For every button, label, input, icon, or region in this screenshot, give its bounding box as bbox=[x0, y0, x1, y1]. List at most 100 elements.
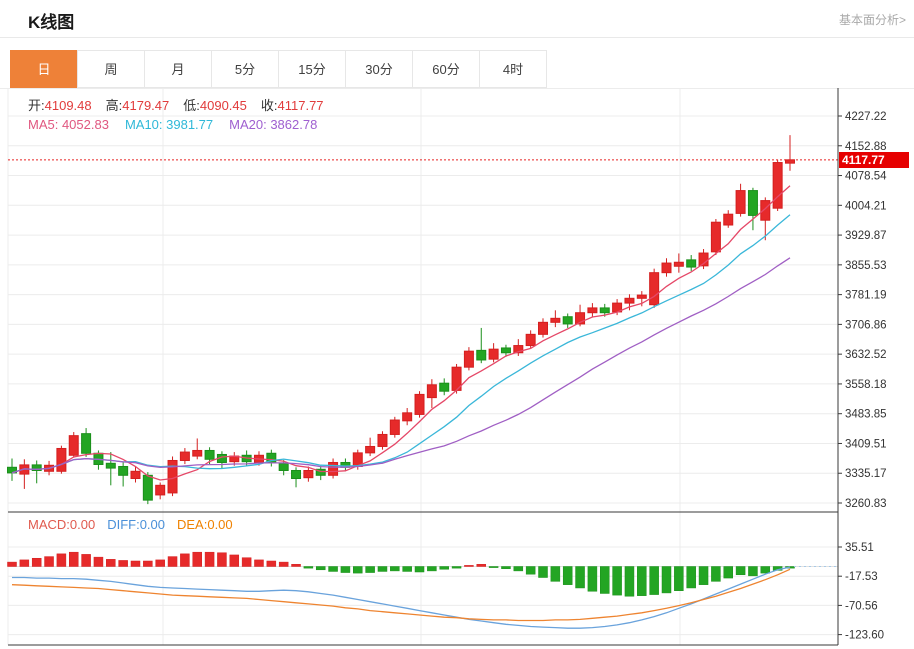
macd-bar bbox=[266, 560, 277, 567]
macd-bar bbox=[538, 566, 548, 578]
macd-bar bbox=[377, 566, 388, 572]
candle-body bbox=[179, 451, 190, 461]
macd-bar bbox=[525, 566, 536, 575]
candle-body bbox=[463, 350, 474, 368]
macd-bar bbox=[711, 566, 721, 582]
macd-bar bbox=[550, 566, 561, 582]
macd-bar bbox=[340, 566, 351, 573]
candle-body bbox=[772, 162, 783, 209]
candle-body bbox=[686, 259, 697, 268]
macd-bar bbox=[254, 559, 264, 567]
candle-body bbox=[599, 307, 610, 314]
ma20-line bbox=[11, 257, 791, 474]
candle-body bbox=[476, 349, 487, 361]
macd-bar bbox=[167, 556, 178, 567]
macd-axis-label: -17.53 bbox=[845, 571, 878, 583]
macd-bar bbox=[427, 566, 437, 572]
macd-bar bbox=[19, 559, 30, 567]
candle-body bbox=[723, 213, 734, 226]
macd-bar bbox=[180, 553, 190, 567]
candle-body bbox=[118, 465, 129, 476]
kline-app: K线图 基本面分析> 日周月 5分 15分 30分 60分 4时 4227.22 4152.… bbox=[0, 0, 914, 649]
price-axis-label: 3706.86 bbox=[845, 319, 887, 331]
macd-bar bbox=[204, 551, 215, 567]
macd-bar bbox=[723, 566, 733, 579]
price-axis-label: 3632.52 bbox=[845, 349, 887, 361]
candle-body bbox=[488, 348, 499, 360]
macd-bar bbox=[241, 557, 252, 567]
candle-body bbox=[389, 419, 400, 435]
macd-axis-label: 35.51 bbox=[845, 542, 874, 554]
price-axis-label: 3929.87 bbox=[845, 230, 887, 242]
candle-body bbox=[636, 294, 647, 299]
legend-value: 4117.77 bbox=[277, 98, 324, 113]
macd-bar bbox=[414, 566, 425, 573]
macd-legend-item: MACD:0.00 bbox=[28, 517, 96, 532]
macd-bar bbox=[315, 566, 326, 571]
macd-bar bbox=[303, 566, 314, 569]
macd-bar bbox=[488, 566, 499, 568]
candle-body bbox=[735, 190, 746, 214]
legend-value: 4090.45 bbox=[199, 98, 247, 113]
candle-body bbox=[587, 307, 598, 314]
candle-body bbox=[624, 297, 635, 304]
macd-bar bbox=[476, 564, 487, 567]
macd-bar bbox=[464, 565, 474, 567]
macd-bar bbox=[93, 556, 104, 567]
candle-body bbox=[562, 316, 573, 325]
macd-bar bbox=[439, 566, 449, 570]
macd-bar bbox=[217, 552, 227, 567]
macd-bar bbox=[513, 566, 524, 572]
macd-bar bbox=[661, 566, 672, 594]
ma-legend: MA5: 4052.83 MA10: 3981.77 MA20: 3862.78 bbox=[28, 117, 333, 132]
legend-label: 开: bbox=[28, 98, 45, 113]
macd-bar bbox=[612, 566, 622, 596]
macd-bar bbox=[698, 566, 709, 585]
macd-legend: MACD:0.00 DIFF:0.00 DEA:0.00 bbox=[28, 517, 245, 532]
macd-bar bbox=[291, 564, 301, 567]
candle-body bbox=[142, 474, 153, 501]
macd-bar bbox=[68, 551, 79, 567]
price-axis-label: 3409.51 bbox=[845, 438, 887, 450]
macd-bar bbox=[7, 561, 17, 567]
macd-bar bbox=[402, 566, 412, 572]
macd-bar bbox=[56, 553, 67, 567]
macd-bar bbox=[44, 556, 54, 567]
macd-bar bbox=[353, 566, 363, 574]
candle-body bbox=[550, 317, 561, 323]
macd-bar bbox=[624, 566, 635, 597]
candle-body bbox=[81, 433, 92, 454]
macd-bar bbox=[365, 566, 375, 573]
price-axis-label: 3483.85 bbox=[845, 409, 887, 421]
macd-bar bbox=[451, 566, 462, 569]
price-axis-label: 3855.53 bbox=[845, 260, 887, 272]
candle-body bbox=[402, 412, 413, 422]
macd-bar bbox=[130, 560, 141, 567]
candle-body bbox=[673, 261, 684, 267]
macd-bar bbox=[328, 566, 338, 572]
macd-bar bbox=[600, 566, 610, 594]
candle-body bbox=[155, 484, 166, 496]
macd-bar bbox=[637, 566, 647, 596]
price-axis-label: 3781.19 bbox=[845, 290, 887, 302]
legend-item: MA5: 4052.83 bbox=[28, 117, 109, 132]
candle-body bbox=[760, 200, 771, 221]
candle-body bbox=[538, 321, 549, 335]
candle-body bbox=[747, 190, 758, 216]
macd-bar bbox=[31, 557, 42, 567]
macd-bar bbox=[587, 566, 598, 592]
candle-body bbox=[426, 384, 437, 399]
price-axis-label: 3260.83 bbox=[845, 498, 887, 510]
macd-axis-label: -123.60 bbox=[845, 630, 884, 642]
price-axis-label: 4227.22 bbox=[845, 111, 887, 123]
macd-bar bbox=[192, 551, 202, 567]
legend-label: 低: bbox=[183, 98, 200, 113]
candle-body bbox=[710, 221, 721, 253]
candle-body bbox=[377, 433, 388, 447]
candle-body bbox=[291, 469, 302, 480]
candle-body bbox=[68, 435, 79, 456]
macd-bar bbox=[81, 554, 91, 567]
macd-bar bbox=[390, 566, 400, 572]
macd-bar bbox=[649, 566, 659, 595]
candle-body bbox=[414, 393, 425, 415]
